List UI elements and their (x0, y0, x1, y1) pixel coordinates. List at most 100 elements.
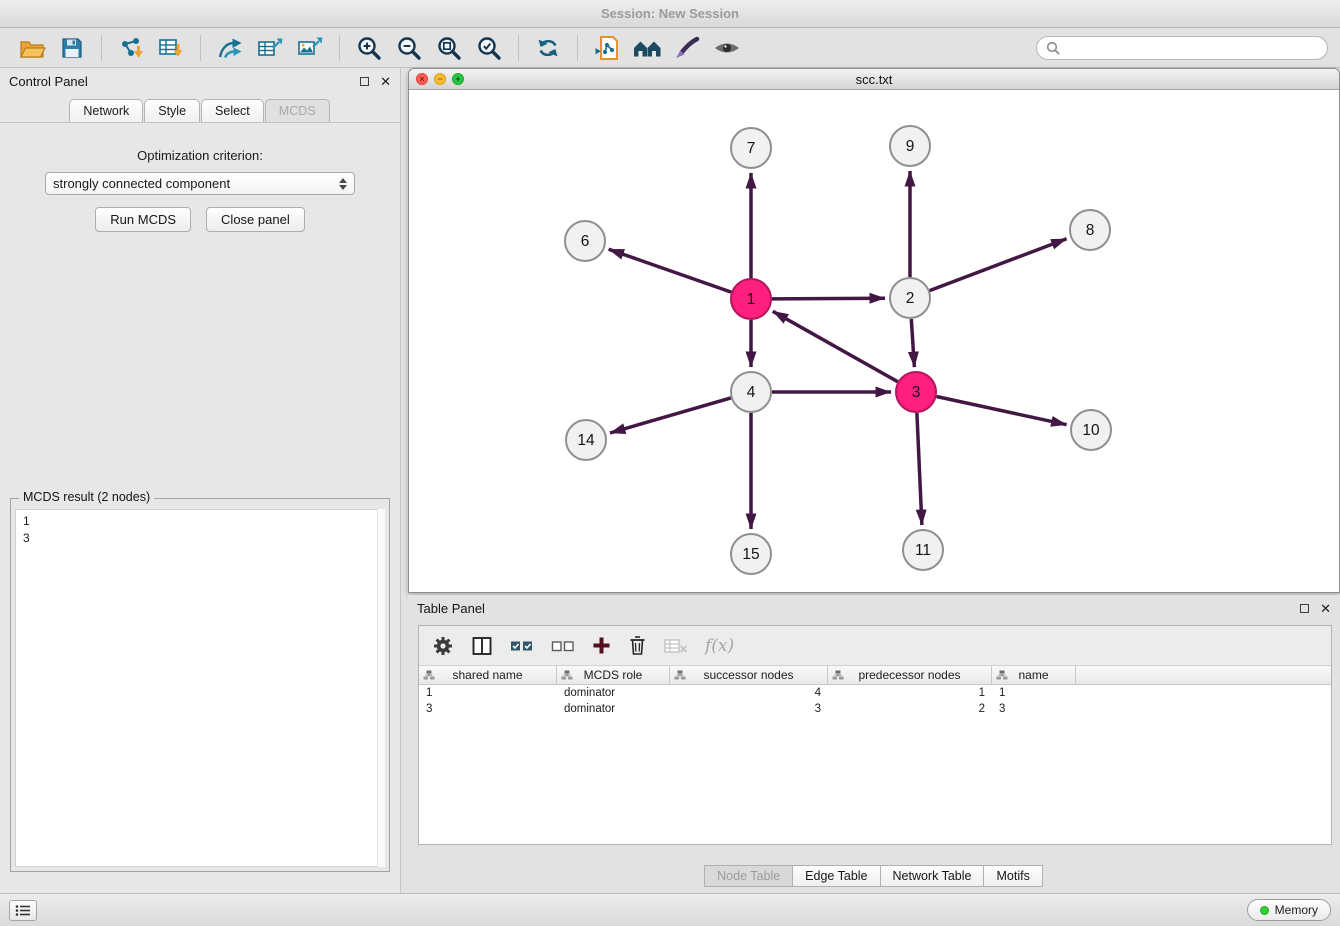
column-header-name[interactable]: name (992, 666, 1076, 684)
zoom-in-icon (356, 35, 382, 61)
delete-table-icon (664, 638, 688, 654)
edge-4-14[interactable] (610, 398, 731, 433)
float-panel-icon[interactable] (360, 77, 369, 86)
network-canvas[interactable]: 7968124314101511 (409, 90, 1339, 592)
edge-1-2[interactable] (772, 298, 885, 299)
zoom-selected-button[interactable] (472, 32, 506, 64)
export-network-icon (217, 36, 244, 60)
network-window-title: scc.txt (856, 72, 893, 87)
trash-icon (628, 635, 647, 656)
column-header-shared-name[interactable]: shared name (419, 666, 557, 684)
close-panel-icon[interactable]: ✕ (380, 75, 391, 88)
create-column-button[interactable] (592, 636, 611, 655)
table-body: 1dominator4113dominator323 (419, 685, 1331, 717)
window-zoom-button[interactable]: + (452, 73, 464, 85)
node-label-11: 11 (915, 542, 931, 559)
export-table-button[interactable] (253, 32, 287, 64)
network-window-titlebar[interactable]: × − + scc.txt (409, 69, 1339, 90)
table-tabs: Node Table Edge Table Network Table Moti… (408, 865, 1340, 887)
tab-edge-table[interactable]: Edge Table (792, 865, 880, 887)
column-sort-icon (832, 670, 844, 681)
search-input[interactable] (1065, 40, 1318, 55)
show-task-history-button[interactable] (9, 900, 37, 921)
apply-layout-button[interactable] (531, 32, 565, 64)
delete-column-button[interactable] (628, 635, 647, 656)
toolbar-search (1036, 36, 1328, 60)
node-table-container: f(x) shared name MCDS role successor nod… (418, 625, 1332, 845)
node-label-7: 7 (747, 140, 756, 157)
window-minimize-button[interactable]: − (434, 73, 446, 85)
result-line: 1 (23, 513, 377, 530)
table-panel: Table Panel ✕ (408, 595, 1340, 893)
node-label-10: 10 (1082, 422, 1100, 439)
column-header-successor-nodes[interactable]: successor nodes (670, 666, 828, 684)
table-panel-header: Table Panel ✕ (408, 595, 1340, 621)
paint-brush-icon (674, 36, 700, 60)
edge-1-6[interactable] (609, 249, 732, 292)
criterion-dropdown[interactable]: strongly connected component (45, 172, 355, 195)
refresh-icon (535, 36, 561, 60)
memory-button[interactable]: Memory (1247, 899, 1331, 921)
show-graphics-details-button[interactable] (630, 32, 664, 64)
export-image-icon (297, 36, 324, 60)
table-cell: 1 (992, 685, 1076, 701)
show-column-button[interactable] (471, 636, 493, 656)
zoom-out-button[interactable] (392, 32, 426, 64)
edge-3-11[interactable] (917, 413, 922, 525)
table-settings-button[interactable] (432, 635, 454, 657)
window-controls: × − + (416, 73, 464, 85)
dropdown-stepper-icon (339, 178, 347, 190)
tab-motifs[interactable]: Motifs (983, 865, 1042, 887)
tab-network-table[interactable]: Network Table (880, 865, 985, 887)
export-network-button[interactable] (213, 32, 247, 64)
edge-3-10[interactable] (937, 397, 1067, 425)
window-close-button[interactable]: × (416, 73, 428, 85)
save-floppy-icon (61, 37, 83, 59)
save-session-button[interactable] (55, 32, 89, 64)
import-table-button[interactable] (154, 32, 188, 64)
network-window: × − + scc.txt 7968124314101511 (408, 68, 1340, 593)
edge-2-3[interactable] (911, 319, 914, 367)
tab-style[interactable]: Style (144, 99, 200, 122)
export-image-button[interactable] (293, 32, 327, 64)
app-toolbar (0, 28, 1340, 68)
edge-3-1[interactable] (773, 311, 898, 381)
list-icon (15, 904, 31, 917)
edge-2-8[interactable] (930, 239, 1067, 291)
column-header-mcds-role[interactable]: MCDS role (557, 666, 670, 684)
empty-checkboxes-icon (551, 639, 575, 653)
toolbar-separator (339, 35, 340, 61)
result-scrollbar[interactable] (377, 509, 385, 867)
import-network-button[interactable] (114, 32, 148, 64)
close-panel-icon[interactable]: ✕ (1320, 602, 1331, 615)
tab-node-table[interactable]: Node Table (704, 865, 793, 887)
zoom-in-button[interactable] (352, 32, 386, 64)
app-titlebar: Session: New Session (0, 0, 1340, 28)
deselect-all-button[interactable] (551, 639, 575, 653)
tab-select[interactable]: Select (201, 99, 264, 122)
tab-network[interactable]: Network (69, 99, 143, 122)
node-label-14: 14 (577, 432, 595, 449)
apply-style-button[interactable] (670, 32, 704, 64)
toolbar-separator (518, 35, 519, 61)
column-header-predecessor-nodes[interactable]: predecessor nodes (828, 666, 992, 684)
column-sort-icon (996, 670, 1008, 681)
show-hide-panels-button[interactable] (710, 32, 744, 64)
table-cell: 3 (419, 701, 557, 717)
table-row[interactable]: 1dominator411 (419, 685, 1331, 701)
close-panel-button[interactable]: Close panel (206, 207, 305, 232)
table-row[interactable]: 3dominator323 (419, 701, 1331, 717)
toolbar-separator (200, 35, 201, 61)
new-network-from-selection-button[interactable] (590, 32, 624, 64)
select-all-button[interactable] (510, 639, 534, 653)
node-label-3: 3 (912, 384, 921, 401)
import-table-icon (158, 36, 185, 60)
open-session-button[interactable] (15, 32, 49, 64)
zoom-fit-button[interactable] (432, 32, 466, 64)
tab-mcds[interactable]: MCDS (265, 99, 330, 122)
float-panel-icon[interactable] (1300, 604, 1309, 613)
table-cell: 3 (670, 701, 828, 717)
table-cell: dominator (557, 685, 670, 701)
delete-table-button-disabled (664, 638, 688, 654)
run-mcds-button[interactable]: Run MCDS (95, 207, 191, 232)
